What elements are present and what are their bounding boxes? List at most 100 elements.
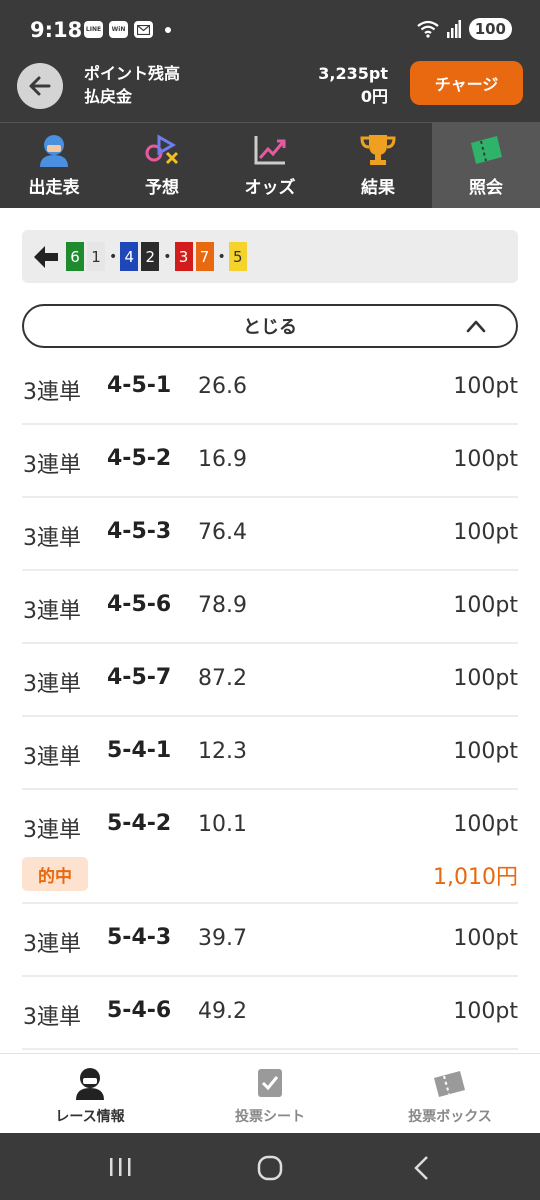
tab-results[interactable]: 結果 [324, 123, 432, 208]
chevron-up-icon [466, 320, 486, 333]
collapse-button-label: とじる [243, 317, 297, 338]
arrow-left-icon [34, 245, 58, 268]
bet-row: 3連単 5-4-6 49.2 100pt [22, 977, 518, 1050]
wifi-icon [417, 20, 439, 38]
bet-stake: 100pt [453, 666, 518, 691]
separator-dot: • [163, 248, 172, 265]
boat-number-badge: 1 [87, 242, 105, 271]
bottom-nav: レース情報 投票シート 投票ボックス [0, 1053, 540, 1133]
bet-type: 3連単 [23, 818, 81, 843]
header: ポイント残高 払戻金 3,235pt 0円 チャージ [0, 58, 540, 122]
boat-number-badge: 2 [141, 242, 160, 271]
nav-label: レース情報 [55, 1109, 125, 1125]
payout-amount: 1,010円 [433, 865, 518, 890]
trophy-icon [360, 135, 396, 165]
home-icon[interactable] [257, 1155, 283, 1181]
back-button[interactable] [17, 63, 63, 109]
nav-label: 投票シート [235, 1109, 305, 1125]
racer-icon [40, 135, 68, 167]
bet-stake: 100pt [453, 739, 518, 764]
bet-row: 3連単 5-4-1 12.3 100pt [22, 717, 518, 790]
vote-sheet-icon [258, 1069, 282, 1097]
hit-badge: 的中 [22, 857, 88, 891]
status-app-icons: LINE WiN [84, 21, 171, 38]
bet-stake: 100pt [453, 447, 518, 472]
bet-odds: 10.1 [198, 812, 247, 837]
bet-odds: 39.7 [198, 926, 247, 951]
header-values: 3,235pt 0円 [318, 62, 388, 108]
bet-stake: 100pt [453, 999, 518, 1024]
nav-vote-box[interactable]: 投票ボックス [360, 1054, 540, 1133]
bet-type: 3連単 [23, 599, 81, 624]
bet-combination: 4-5-1 [107, 373, 172, 398]
line-app-icon: LINE [84, 21, 103, 38]
bet-type: 3連単 [23, 1005, 81, 1030]
prediction-icon [145, 134, 179, 165]
nav-label: 投票ボックス [408, 1109, 492, 1125]
bet-stake: 100pt [453, 926, 518, 951]
nav-vote-sheet[interactable]: 投票シート [180, 1054, 360, 1133]
bet-type: 3連単 [23, 526, 81, 551]
separator-dot: • [217, 248, 226, 265]
bet-odds: 49.2 [198, 999, 247, 1024]
bet-stake: 100pt [453, 593, 518, 618]
tab-bar: 出走表 予想 オッズ 結果 照会 [0, 122, 540, 208]
tab-inquiry[interactable]: 照会 [432, 123, 540, 208]
racer-icon [76, 1068, 104, 1100]
status-bar: 9:18 LINE WiN 100 [0, 0, 540, 58]
bet-combination: 5-4-2 [107, 811, 172, 836]
bet-type: 3連単 [23, 745, 81, 770]
tab-label: 予想 [145, 178, 179, 198]
bet-type: 3連単 [23, 932, 81, 957]
header-labels: ポイント残高 払戻金 [84, 62, 180, 108]
bet-odds: 26.6 [198, 374, 247, 399]
bet-combination: 4-5-6 [107, 592, 172, 617]
charge-button[interactable]: チャージ [410, 61, 523, 105]
system-nav-bar [0, 1133, 540, 1200]
bet-combination: 4-5-2 [107, 446, 172, 471]
tab-prediction[interactable]: 予想 [108, 123, 216, 208]
bet-odds: 76.4 [198, 520, 247, 545]
bet-odds: 87.2 [198, 666, 247, 691]
back-nav-icon[interactable] [412, 1155, 430, 1181]
bet-stake: 100pt [453, 812, 518, 837]
bet-row: 3連単 4-5-2 16.9 100pt [22, 425, 518, 498]
nav-race-info[interactable]: レース情報 [0, 1054, 180, 1133]
bet-stake: 100pt [453, 520, 518, 545]
bet-combination: 5-4-3 [107, 925, 172, 950]
boat-number-badge: 7 [195, 242, 214, 271]
bet-row: 3連単 4-5-1 26.6 100pt [22, 352, 518, 425]
bet-type: 3連単 [23, 672, 81, 697]
boat-number-badge: 3 [174, 242, 193, 271]
payout-value: 0円 [360, 87, 388, 106]
finish-order-bar: 6 1 • 4 2 • 3 7 • 5 [22, 230, 518, 283]
notification-dot-icon [165, 26, 171, 33]
bet-odds: 12.3 [198, 739, 247, 764]
points-balance-value: 3,235pt [318, 64, 388, 83]
signal-icon [446, 20, 461, 38]
tab-entries[interactable]: 出走表 [0, 123, 108, 208]
bet-row: 3連単 4-5-6 78.9 100pt [22, 571, 518, 644]
payout-label: 払戻金 [84, 87, 133, 106]
bet-list: 3連単 4-5-1 26.6 100pt 3連単 4-5-2 16.9 100p… [22, 352, 518, 1050]
ticket-icon [471, 136, 502, 164]
points-balance-label: ポイント残高 [84, 64, 181, 83]
collapse-button[interactable]: とじる [22, 304, 518, 348]
recent-apps-icon[interactable] [108, 1156, 132, 1178]
bet-row: 3連単 4-5-3 76.4 100pt [22, 498, 518, 571]
tab-odds[interactable]: オッズ [216, 123, 324, 208]
bet-stake: 100pt [453, 374, 518, 399]
tab-label: オッズ [244, 178, 296, 198]
status-time: 9:18 [30, 18, 83, 42]
arrow-left-icon [29, 76, 51, 96]
bet-odds: 78.9 [198, 593, 247, 618]
boat-number-badge: 6 [66, 242, 84, 271]
bet-row-hit: 3連単 5-4-2 10.1 100pt 的中 1,010円 [22, 790, 518, 904]
bet-combination: 4-5-3 [107, 519, 172, 544]
separator-dot: • [109, 248, 118, 265]
win-app-icon: WiN [109, 21, 128, 38]
boat-number-badge: 4 [120, 242, 139, 271]
tab-label: 結果 [361, 178, 395, 198]
bet-combination: 4-5-7 [107, 665, 172, 690]
bet-type: 3連単 [23, 380, 81, 405]
